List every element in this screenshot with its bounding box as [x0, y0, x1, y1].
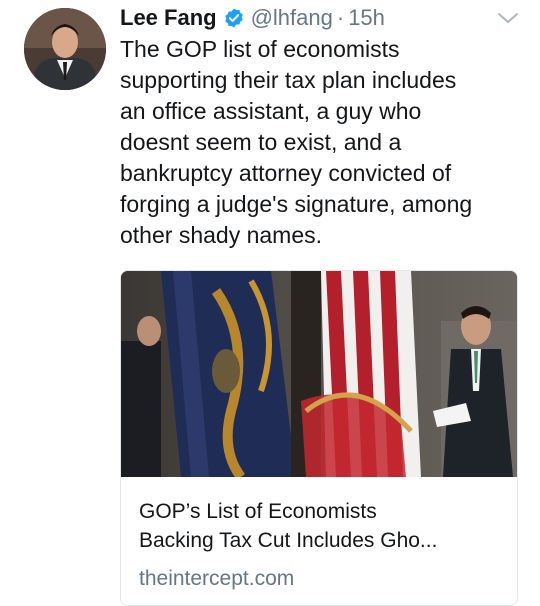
avatar-image [24, 8, 106, 90]
author-handle[interactable]: @lhfang [251, 5, 333, 31]
tweet-timestamp[interactable]: 15h [348, 5, 385, 31]
chevron-down-icon[interactable] [496, 10, 520, 26]
tweet-header: Lee Fang @lhfang · 15h [120, 2, 385, 34]
author-name[interactable]: Lee Fang [120, 5, 217, 31]
card-body: GOP’s List of Economists Backing Tax Cut… [121, 477, 517, 591]
card-title[interactable]: GOP’s List of Economists Backing Tax Cut… [139, 497, 499, 555]
card-image [121, 271, 517, 477]
separator-dot: · [336, 5, 345, 30]
link-preview-card[interactable]: GOP’s List of Economists Backing Tax Cut… [120, 270, 518, 606]
tweet-text: The GOP list of economists supporting th… [120, 36, 473, 248]
verified-badge-icon [223, 7, 245, 29]
card-domain[interactable]: theintercept.com [139, 567, 499, 591]
author-avatar[interactable] [24, 8, 106, 90]
